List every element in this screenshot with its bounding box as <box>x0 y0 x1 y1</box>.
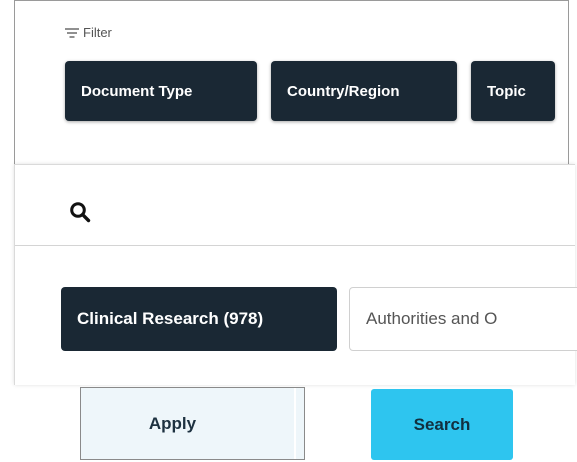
filter-chip-document-type[interactable]: Document Type <box>65 61 257 121</box>
result-chip-clinical-research[interactable]: Clinical Research (978) <box>61 287 337 351</box>
filter-chip-country-region[interactable]: Country/Region <box>271 61 457 121</box>
filter-label: Filter <box>83 25 112 40</box>
search-row[interactable] <box>15 165 575 246</box>
search-icon[interactable] <box>69 201 91 223</box>
result-chip-authorities[interactable]: Authorities and O <box>349 287 577 351</box>
filter-chip-topic[interactable]: Topic <box>471 61 555 121</box>
results-panel: Clinical Research (978) Authorities and … <box>14 164 577 385</box>
filter-header: Filter <box>65 25 112 40</box>
search-button[interactable]: Search <box>371 389 513 460</box>
filter-chip-group: Document Type Country/Region Topic <box>65 61 555 121</box>
apply-button[interactable]: Apply <box>80 387 305 460</box>
filter-lines-icon <box>65 27 79 38</box>
result-chip-group: Clinical Research (978) Authorities and … <box>61 287 577 351</box>
